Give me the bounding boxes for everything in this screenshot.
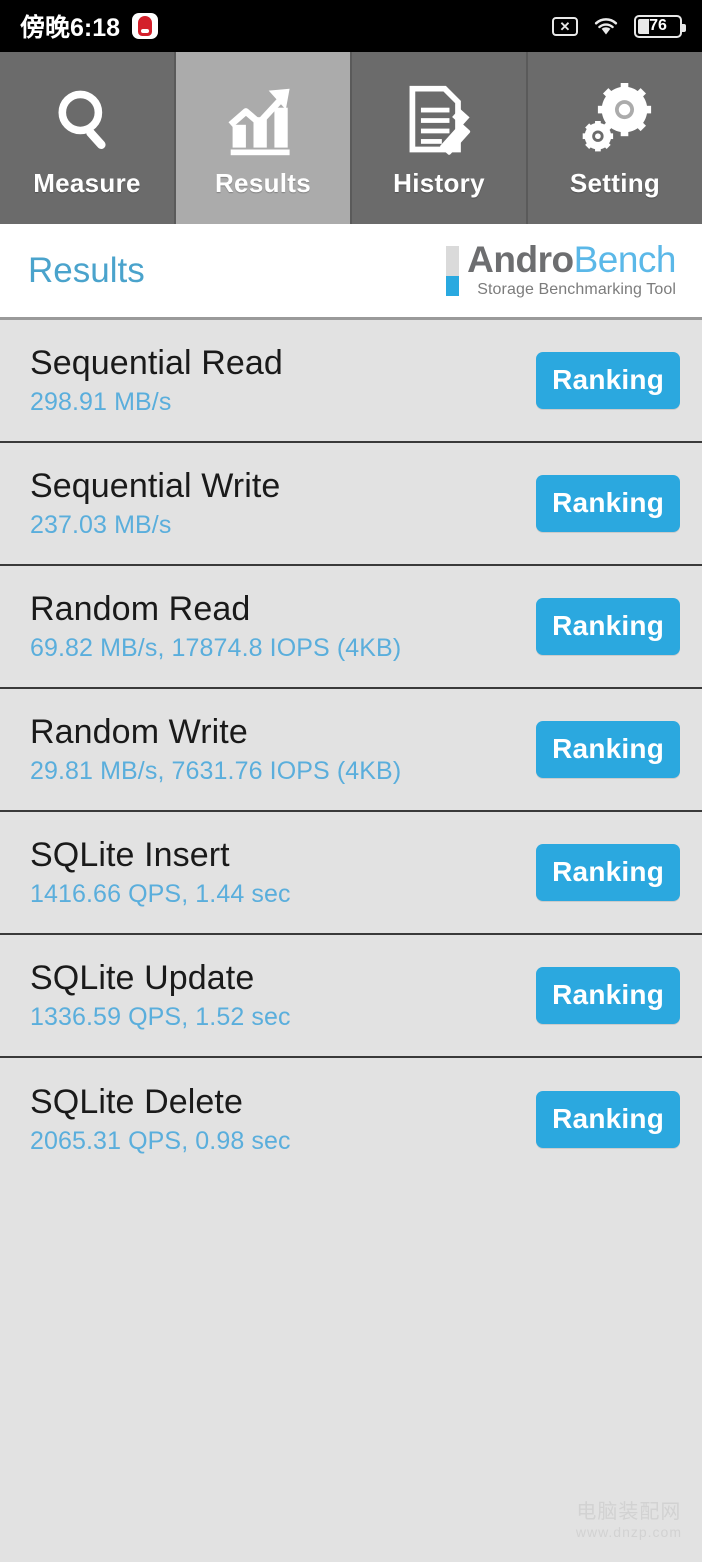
result-row[interactable]: SQLite Insert 1416.66 QPS, 1.44 sec Rankin… <box>0 812 702 935</box>
result-row-texts: SQLite Delete 2065.31 QPS, 0.98 sec <box>30 1083 291 1156</box>
document-pencil-icon <box>399 78 479 164</box>
result-title: Random Read <box>30 590 251 628</box>
logo-part-bench: Bench <box>573 239 677 281</box>
ranking-button[interactable]: Ranking <box>536 475 680 532</box>
result-row-texts: Sequential Read 298.91 MB/s <box>30 344 283 417</box>
result-value: 298.91 MB/s <box>30 388 172 416</box>
tab-label-setting: Setting <box>569 167 661 198</box>
watermark-line-2: www.dnzp.com <box>575 1524 682 1540</box>
result-title: SQLite Insert <box>30 836 230 874</box>
result-title: Random Write <box>30 713 248 751</box>
battery-level: 76 <box>649 17 667 34</box>
tab-measure[interactable]: Measure <box>0 52 176 224</box>
result-value: 237.03 MB/s <box>30 511 172 539</box>
result-title: Sequential Read <box>30 344 283 382</box>
battery-icon: 76 <box>634 14 686 38</box>
androbench-logo: AndroBench Storage Benchmarking Tool <box>446 239 677 298</box>
watermark-line-1: 电脑装配网 <box>576 1501 682 1523</box>
ranking-button[interactable]: Ranking <box>536 844 680 901</box>
result-row[interactable]: Random Read 69.82 MB/s, 17874.8 IOPS (4KB… <box>0 566 702 689</box>
result-value: 29.81 MB/s, 7631.76 IOPS (4KB) <box>30 757 402 785</box>
result-value: 1416.66 QPS, 1.44 sec <box>30 880 291 908</box>
tab-history[interactable]: History <box>352 52 528 224</box>
tab-label-history: History <box>393 167 485 198</box>
result-row[interactable]: SQLite Delete 2065.31 QPS, 0.98 sec Rankin… <box>0 1058 702 1181</box>
page-header: Results AndroBench Storage Benchmarking … <box>0 224 702 320</box>
result-value: 2065.31 QPS, 0.98 sec <box>30 1127 291 1155</box>
ranking-button[interactable]: Ranking <box>536 721 680 778</box>
tab-label-results: Results <box>214 167 312 198</box>
result-row[interactable]: Sequential Write 237.03 MB/s Ranking <box>0 443 702 566</box>
result-row[interactable]: Random Write 29.81 MB/s, 7631.76 IOPS (4K… <box>0 689 702 812</box>
page-title: Results <box>28 250 145 290</box>
tab-results[interactable]: Results <box>176 52 352 224</box>
result-title: Sequential Write <box>30 467 281 505</box>
result-row[interactable]: Sequential Read 298.91 MB/s Ranking <box>0 320 702 443</box>
logo-bar-icon <box>446 245 460 296</box>
result-value: 1336.59 QPS, 1.52 sec <box>30 1003 291 1031</box>
antutu-icon <box>132 13 159 39</box>
bar-chart-arrow-icon <box>223 78 303 164</box>
ranking-button[interactable]: Ranking <box>536 1091 680 1148</box>
ranking-button[interactable]: Ranking <box>536 598 680 655</box>
logo-text: AndroBench Storage Benchmarking Tool <box>467 239 677 298</box>
wifi-icon <box>592 15 620 37</box>
logo-part-andro: Andro <box>467 239 574 281</box>
result-row-texts: SQLite Update 1336.59 QPS, 1.52 sec <box>30 959 291 1032</box>
gears-icon <box>575 78 655 164</box>
result-title: SQLite Delete <box>30 1083 243 1121</box>
tab-label-measure: Measure <box>33 167 141 198</box>
result-title: SQLite Update <box>30 959 255 997</box>
logo-tagline: Storage Benchmarking Tool <box>477 280 676 298</box>
magnifier-icon <box>49 78 125 164</box>
result-row-texts: Random Write 29.81 MB/s, 7631.76 IOPS (4K… <box>30 713 401 786</box>
result-row-texts: Sequential Write 237.03 MB/s <box>30 467 280 540</box>
status-bar-right: ✕ 76 <box>552 14 686 38</box>
results-list: Sequential Read 298.91 MB/s Ranking Sequent… <box>0 320 702 1181</box>
status-bar-left: 傍晚6:18 <box>20 8 159 44</box>
status-time: 傍晚6:18 <box>20 14 121 42</box>
ranking-button[interactable]: Ranking <box>536 967 680 1024</box>
no-sim-icon: ✕ <box>552 16 578 36</box>
result-row-texts: SQLite Insert 1416.66 QPS, 1.44 sec <box>30 836 291 909</box>
watermark: 电脑装配网 www.dnzp.com <box>576 1501 682 1540</box>
result-row[interactable]: SQLite Update 1336.59 QPS, 1.52 sec Rankin… <box>0 935 702 1058</box>
result-value: 69.82 MB/s, 17874.8 IOPS (4KB) <box>30 634 402 662</box>
ranking-button[interactable]: Ranking <box>536 352 680 409</box>
result-row-texts: Random Read 69.82 MB/s, 17874.8 IOPS (4KB… <box>30 590 401 663</box>
status-bar: 傍晚6:18 ✕ 76 <box>0 0 702 52</box>
tab-bar: Measure Results History Setting <box>0 52 702 224</box>
tab-setting[interactable]: Setting <box>528 52 702 224</box>
